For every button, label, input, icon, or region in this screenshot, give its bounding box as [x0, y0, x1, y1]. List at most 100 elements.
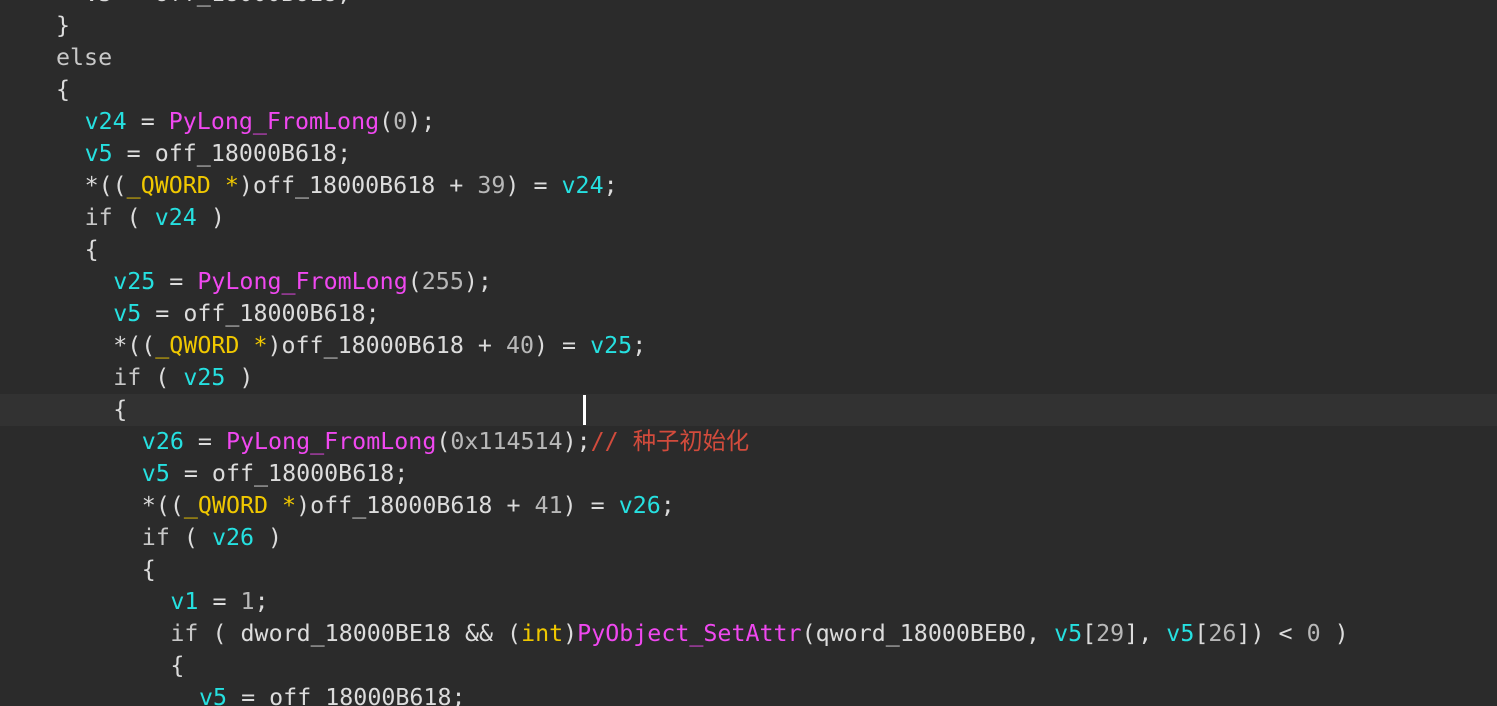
- code-token: if: [170, 620, 199, 647]
- code-token: ],: [1124, 620, 1167, 647]
- code-editor[interactable]: v5 = off_18000B618;} else { v24 = PyLong_Fr…: [0, 0, 1497, 706]
- code-line[interactable]: v5 = off_18000B618;: [0, 298, 1497, 330]
- code-token: if: [141, 524, 170, 551]
- code-token: ): [563, 620, 578, 647]
- code-token: [: [1082, 620, 1097, 647]
- code-token: 26: [1208, 620, 1237, 647]
- code-token: v26: [141, 428, 184, 455]
- code-token: }: [56, 12, 71, 39]
- code-line-current[interactable]: {: [0, 394, 1497, 426]
- code-token: v1: [170, 588, 199, 615]
- code-line[interactable]: v24 = PyLong_FromLong(0);: [0, 106, 1497, 138]
- code-line[interactable]: if ( v25 ): [0, 362, 1497, 394]
- code-token: *((: [84, 172, 127, 199]
- code-view[interactable]: v5 = off_18000B618;} else { v24 = PyLong_Fr…: [0, 0, 1497, 706]
- code-token: else: [56, 44, 113, 71]
- code-token: PyObject_SetAttr: [577, 620, 802, 647]
- code-token: _QWORD *: [126, 172, 239, 199]
- code-token: if: [84, 204, 113, 231]
- code-token: v5: [84, 140, 113, 167]
- code-token: if: [113, 364, 142, 391]
- code-line[interactable]: v5 = off_18000B618;: [0, 0, 1497, 10]
- code-token: (: [169, 524, 212, 551]
- code-token: ): [225, 364, 254, 391]
- code-line[interactable]: if ( v24 ): [0, 202, 1497, 234]
- code-line[interactable]: {: [0, 234, 1497, 266]
- code-token: =: [198, 588, 241, 615]
- code-token: v5 = off_18000B618;: [85, 0, 352, 7]
- code-line[interactable]: v26 = PyLong_FromLong(0x114514);// 种子初始化: [0, 426, 1497, 458]
- code-token: ): [254, 524, 283, 551]
- code-token: = off_18000B618;: [141, 300, 380, 327]
- code-token: PyLong_FromLong: [168, 108, 380, 135]
- code-line[interactable]: *((_QWORD *)off_18000B618 + 39) = v24;: [0, 170, 1497, 202]
- code-token: ) =: [505, 172, 562, 199]
- code-token: 255: [421, 268, 464, 295]
- code-token: v26: [618, 492, 661, 519]
- code-token: int: [521, 620, 564, 647]
- code-token: PyLong_FromLong: [197, 268, 408, 295]
- code-token: {: [84, 236, 99, 263]
- code-token: {: [56, 76, 71, 103]
- code-token: 41: [534, 492, 563, 519]
- code-token: {: [170, 652, 185, 679]
- code-token: )off_18000B618 +: [238, 172, 478, 199]
- code-line[interactable]: v25 = PyLong_FromLong(255);: [0, 266, 1497, 298]
- code-token: )off_18000B618 +: [296, 492, 535, 519]
- code-token: v5: [1166, 620, 1195, 647]
- code-line[interactable]: {: [0, 650, 1497, 682]
- code-line[interactable]: v1 = 1;: [0, 586, 1497, 618]
- code-line[interactable]: }: [0, 10, 1497, 42]
- code-line[interactable]: if ( v26 ): [0, 522, 1497, 554]
- code-line[interactable]: if ( dword_18000BE18 && (int)PyObject_Se…: [0, 618, 1497, 650]
- text-cursor: [583, 395, 586, 425]
- code-token: 39: [477, 172, 506, 199]
- code-token: = off_18000B618;: [227, 684, 466, 706]
- code-token: ;: [254, 588, 269, 615]
- code-token: ;: [603, 172, 618, 199]
- code-line[interactable]: v5 = off_18000B618;: [0, 682, 1497, 706]
- code-line[interactable]: v5 = off_18000B618;: [0, 138, 1497, 170]
- code-line[interactable]: v5 = off_18000B618;: [0, 458, 1497, 490]
- code-token: v24: [84, 108, 127, 135]
- code-line[interactable]: {: [0, 554, 1497, 586]
- code-token: )off_18000B618 +: [267, 332, 506, 359]
- code-token: _QWORD *: [183, 492, 297, 519]
- code-token: // 种子初始化: [590, 428, 750, 455]
- code-token: 1: [240, 588, 255, 615]
- code-line[interactable]: *((_QWORD *)off_18000B618 + 40) = v25;: [0, 330, 1497, 362]
- code-token: v24: [154, 204, 197, 231]
- code-token: =: [183, 428, 226, 455]
- code-line[interactable]: *((_QWORD *)off_18000B618 + 41) = v26;: [0, 490, 1497, 522]
- code-token: =: [155, 268, 198, 295]
- code-token: );: [562, 428, 591, 455]
- code-token: (qword_18000BEB0,: [801, 620, 1055, 647]
- code-token: {: [113, 396, 128, 423]
- code-token: = off_18000B618;: [112, 140, 352, 167]
- code-token: ) =: [534, 332, 591, 359]
- code-token: 0x114514: [450, 428, 563, 455]
- code-token: PyLong_FromLong: [225, 428, 437, 455]
- code-token: );: [407, 108, 436, 135]
- code-token: ( dword_18000BE18 && (: [198, 620, 522, 647]
- code-token: v26: [211, 524, 255, 551]
- code-line[interactable]: {: [0, 74, 1497, 106]
- code-token: {: [141, 556, 156, 583]
- code-token: _QWORD *: [155, 332, 268, 359]
- code-token: ;: [632, 332, 647, 359]
- code-token: v5: [199, 684, 228, 706]
- code-token: ]) <: [1236, 620, 1307, 647]
- code-token: v24: [561, 172, 604, 199]
- code-token: );: [463, 268, 492, 295]
- code-token: v5: [1054, 620, 1083, 647]
- code-token: *((: [113, 332, 156, 359]
- code-token: (: [112, 204, 155, 231]
- code-line[interactable]: else: [0, 42, 1497, 74]
- code-token: ) =: [562, 492, 619, 519]
- code-token: v5: [141, 460, 170, 487]
- code-token: (: [436, 428, 451, 455]
- code-token: =: [126, 108, 169, 135]
- code-token: ;: [660, 492, 675, 519]
- code-token: = off_18000B618;: [169, 460, 409, 487]
- code-token: (: [141, 364, 184, 391]
